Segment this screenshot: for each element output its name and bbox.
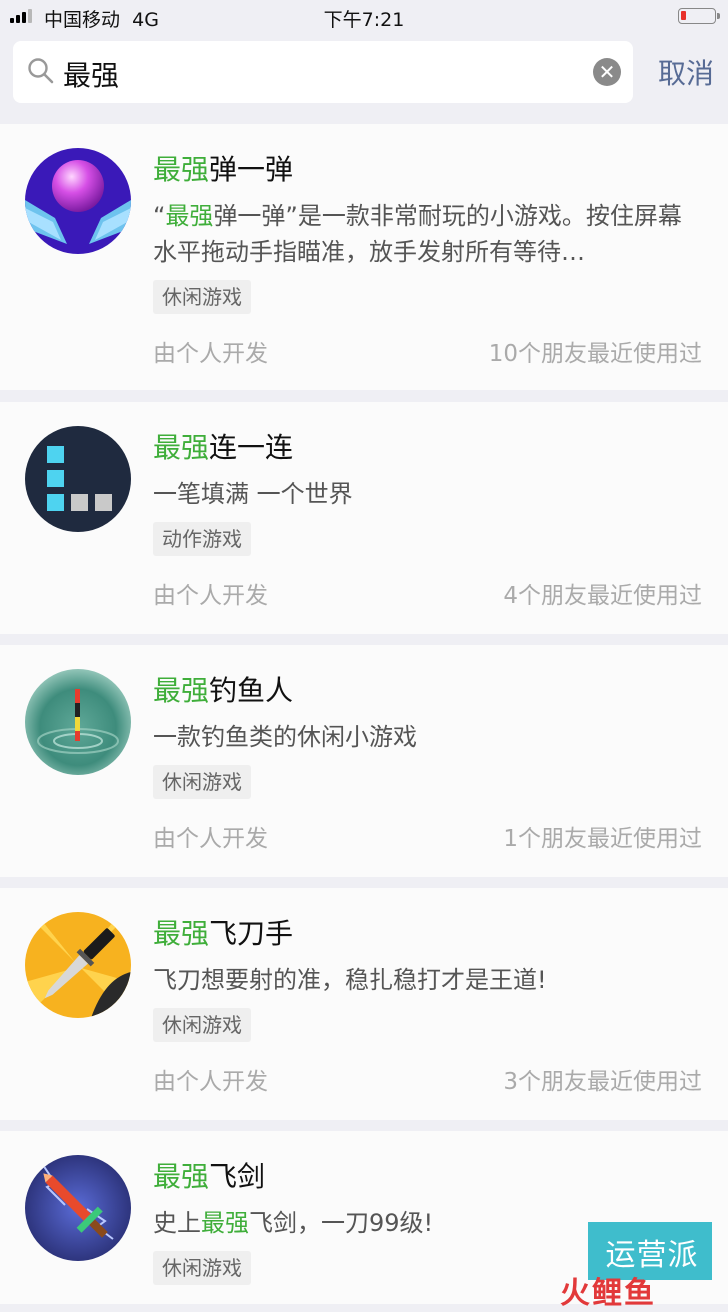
result-description: 一笔填满 一个世界: [153, 480, 353, 508]
result-title: 最强飞刀手: [153, 917, 294, 950]
category-tag: 休闲游戏: [153, 1008, 251, 1042]
status-time: 下午7:21: [323, 9, 405, 31]
category-tag: 休闲游戏: [153, 1251, 251, 1285]
developer-label: 由个人开发: [153, 341, 268, 367]
result-title: 最强弹一弹: [153, 153, 294, 186]
game-icon-knife: [25, 912, 131, 1018]
result-item[interactable]: 最强弹一弹 “最强弹一弹”是一款非常耐玩的小游戏。按住屏幕水平拖动手指瞄准，放手…: [0, 124, 728, 390]
search-query: 最强: [63, 59, 120, 92]
clear-search-icon[interactable]: ✕: [593, 58, 621, 86]
result-item[interactable]: 最强飞刀手 飞刀想要射的准，稳扎稳打才是王道! 休闲游戏 由个人开发 3个朋友最…: [0, 888, 728, 1120]
result-title: 最强飞剑: [153, 1160, 266, 1193]
search-input[interactable]: 最强 ✕: [13, 41, 633, 103]
friends-used: 10个朋友最近使用过: [488, 341, 702, 367]
developer-label: 由个人开发: [153, 826, 268, 852]
search-icon: [28, 58, 54, 84]
search-bar: 最强 ✕ 取消: [0, 34, 728, 120]
watermark-logo: 运营派 火鲤鱼: [560, 1222, 728, 1311]
game-icon-bounce: [25, 148, 131, 254]
result-description: 一款钓鱼类的休闲小游戏: [153, 723, 417, 751]
result-item[interactable]: 最强钓鱼人 一款钓鱼类的休闲小游戏 休闲游戏 由个人开发 1个朋友最近使用过: [0, 645, 728, 877]
friends-used: 4个朋友最近使用过: [503, 583, 702, 609]
result-description: “最强弹一弹”是一款非常耐玩的小游戏。按住屏幕水平拖动手指瞄准，放手发射所有等待…: [153, 202, 682, 266]
friends-used: 3个朋友最近使用过: [503, 1069, 702, 1095]
developer-label: 由个人开发: [153, 583, 268, 609]
battery-icon: [678, 8, 720, 24]
game-icon-sword: [25, 1155, 131, 1261]
result-title: 最强钓鱼人: [153, 674, 294, 707]
result-item[interactable]: 最强连一连 一笔填满 一个世界 动作游戏 由个人开发 4个朋友最近使用过: [0, 402, 728, 634]
result-title: 最强连一连: [153, 431, 294, 464]
game-icon-connect: [25, 426, 131, 532]
category-tag: 动作游戏: [153, 522, 251, 556]
game-icon-fishing: [25, 669, 131, 775]
developer-label: 由个人开发: [153, 1069, 268, 1095]
friends-used: 1个朋友最近使用过: [503, 826, 702, 852]
result-description: 飞刀想要射的准，稳扎稳打才是王道!: [153, 966, 547, 994]
status-bar: 中国移动 4G 下午7:21: [0, 0, 728, 34]
category-tag: 休闲游戏: [153, 765, 251, 799]
cancel-button[interactable]: 取消: [658, 52, 714, 92]
category-tag: 休闲游戏: [153, 280, 251, 314]
